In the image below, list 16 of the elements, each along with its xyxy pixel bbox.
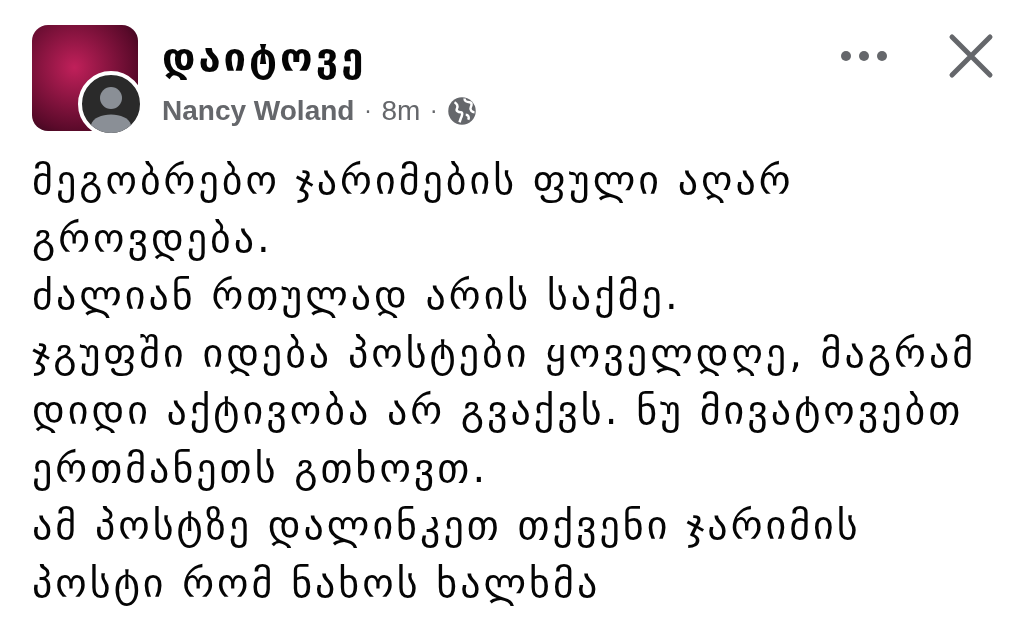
- post-text-line: ძალიან რთულად არის საქმე.: [32, 271, 682, 320]
- post-text-line: ჯგუფში იდება პოსტები ყოველდღე, მაგრამ: [32, 328, 978, 378]
- post-time[interactable]: 8m: [381, 95, 421, 127]
- author-name[interactable]: Nancy Woland: [162, 95, 355, 127]
- post-text-line: გროვდება.: [32, 213, 274, 263]
- close-button[interactable]: [948, 33, 994, 79]
- post-text-line: ერთმანეთს გთხოვთ.: [32, 443, 490, 493]
- post-text-line: დიდი აქტივობა არ გვაქვს. ნუ მივატოვებთ: [32, 386, 965, 435]
- globe-icon: [447, 96, 478, 126]
- separator-dot: ·: [430, 98, 438, 124]
- post-text-line: პოსტი რომ ნახოს ხალხმა: [32, 558, 602, 608]
- more-options-button[interactable]: [840, 50, 888, 62]
- post-text-line: მეგობრებო ჯარიმების ფული აღარ: [32, 156, 795, 205]
- separator-dot: ·: [364, 98, 372, 124]
- post-text-line: ამ პოსტზე დალინკეთ თქვენი ჯარიმის: [32, 501, 862, 550]
- group-name[interactable]: დაიტოვე: [162, 33, 840, 81]
